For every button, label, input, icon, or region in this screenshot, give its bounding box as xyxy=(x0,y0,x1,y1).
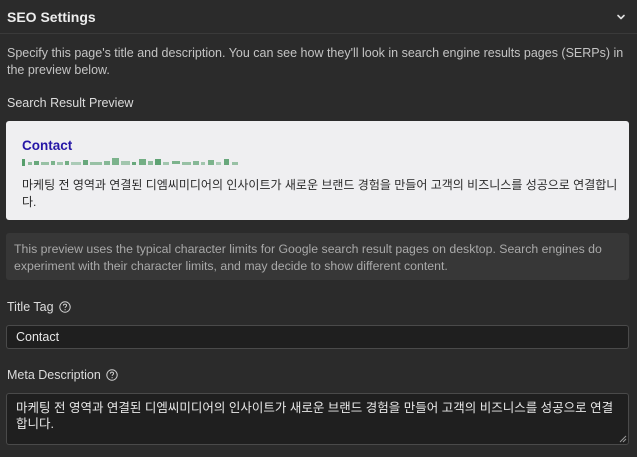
preview-notice: This preview uses the typical character … xyxy=(6,233,629,280)
intro-text: Specify this page's title and descriptio… xyxy=(7,46,624,77)
title-tag-label-text: Title Tag xyxy=(7,300,54,314)
meta-description-label-text: Meta Description xyxy=(7,368,101,382)
section-title: SEO Settings xyxy=(7,9,96,25)
search-result-preview: Contact 마케팅 전 영역과 연결된 디엠씨미디어의 인사이트가 새로운 … xyxy=(6,121,629,220)
preview-title: Contact xyxy=(22,138,73,153)
meta-description-textarea[interactable]: 마케팅 전 영역과 연결된 디엠씨미디어의 인사이트가 새로운 브랜드 경험을 … xyxy=(6,393,629,445)
chevron-down-icon[interactable] xyxy=(615,11,627,23)
help-circle-icon[interactable] xyxy=(58,301,71,313)
resize-handle-icon[interactable] xyxy=(619,435,627,443)
search-preview-label: Search Result Preview xyxy=(7,96,134,110)
help-circle-icon[interactable] xyxy=(106,369,118,381)
title-tag-label: Title Tag xyxy=(7,300,71,314)
title-tag-input[interactable] xyxy=(6,325,629,349)
preview-description: 마케팅 전 영역과 연결된 디엠씨미디어의 인사이트가 새로운 브랜드 경험을 … xyxy=(22,178,618,209)
preview-url-blurred xyxy=(22,158,238,166)
seo-settings-header[interactable]: SEO Settings xyxy=(0,0,637,34)
meta-description-label: Meta Description xyxy=(7,368,118,382)
